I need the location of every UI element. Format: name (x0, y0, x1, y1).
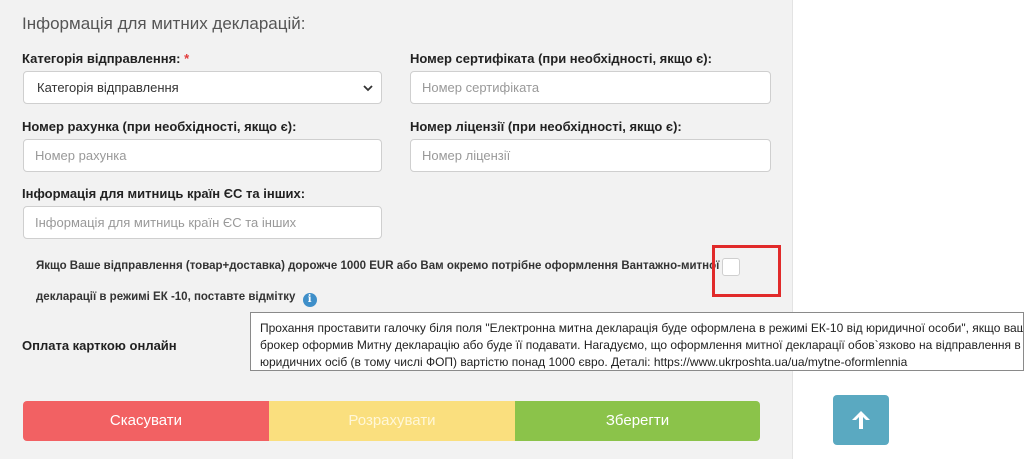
eu-info-label: Інформація для митниць країн ЄС та інших… (22, 186, 306, 201)
license-input[interactable]: Номер ліцензії (410, 139, 771, 172)
category-select-value: Категорія відправлення (37, 80, 179, 95)
declaration-note-line2-text: декларації в режимі ЕК -10, поставте від… (36, 291, 296, 303)
ek10-checkbox[interactable] (722, 258, 740, 276)
chevron-down-icon (363, 85, 373, 92)
cancel-button[interactable]: Скасувати (23, 401, 269, 441)
category-select[interactable]: Категорія відправлення (23, 71, 382, 104)
tooltip-line1: Прохання проставити галочку біля поля "Е… (260, 321, 1024, 335)
customs-form-panel: Інформація для митних декларацій: Катего… (0, 0, 793, 459)
declaration-note-line2: декларації в режимі ЕК -10, поставте від… (36, 291, 317, 307)
certificate-input[interactable]: Номер сертифіката (410, 71, 771, 104)
category-label-text: Категорія відправлення: (22, 51, 181, 66)
calculate-button[interactable]: Розрахувати (269, 401, 515, 441)
arrow-up-icon (852, 411, 870, 429)
scroll-up-button[interactable] (833, 395, 889, 445)
info-icon[interactable]: i (302, 293, 317, 307)
eu-info-input[interactable]: Інформація для митниць країн ЄС та інших (23, 206, 382, 239)
tooltip-popup: Прохання проставити галочку біля поля "Е… (250, 312, 1024, 371)
certificate-label: Номер сертифіката (при необхідності, якщ… (410, 51, 712, 66)
tooltip-line3: юридичних осіб (в тому числі ФОП) вартіс… (260, 355, 908, 369)
category-label: Категорія відправлення: * (22, 51, 189, 66)
invoice-label: Номер рахунка (при необхідності, якщо є)… (22, 119, 297, 134)
declaration-note-line1: Якщо Ваше відправлення (товар+доставка) … (36, 260, 720, 272)
required-mark: * (184, 51, 190, 66)
tooltip-line2: брокер оформив Митну декларацію або буде… (260, 338, 1021, 352)
save-button[interactable]: Зберегти (515, 401, 760, 441)
license-label: Номер ліцензії (при необхідності, якщо є… (410, 119, 682, 134)
section-title: Інформація для митних декларацій: (22, 14, 306, 33)
invoice-input[interactable]: Номер рахунка (23, 139, 382, 172)
card-payment-label: Оплата карткою онлайн (22, 338, 177, 353)
